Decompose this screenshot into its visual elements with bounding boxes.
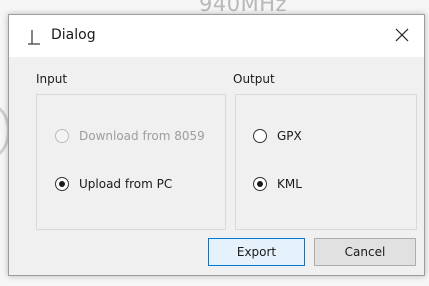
close-icon xyxy=(395,28,409,42)
radio-dot xyxy=(59,181,65,187)
radio-download-from-8059[interactable]: Download from 8059 xyxy=(55,129,205,143)
radio-gpx[interactable]: GPX xyxy=(253,129,302,143)
input-group-label: Input xyxy=(36,72,68,86)
radio-label: KML xyxy=(277,177,302,191)
dialog-titlebar: Dialog xyxy=(9,15,424,57)
export-button[interactable]: Export xyxy=(208,238,305,266)
radio-button xyxy=(253,129,267,143)
radio-button-checked xyxy=(253,177,267,191)
radio-label: Download from 8059 xyxy=(79,129,205,143)
radio-button-disabled xyxy=(55,129,69,143)
output-group-box xyxy=(235,94,417,230)
app-icon xyxy=(28,30,40,45)
radio-button-checked xyxy=(55,177,69,191)
close-button[interactable] xyxy=(388,21,416,49)
radio-kml[interactable]: KML xyxy=(253,177,302,191)
radio-upload-from-pc[interactable]: Upload from PC xyxy=(55,177,172,191)
export-dialog: Dialog Input Download from 8059 Upload f… xyxy=(8,14,425,276)
radio-label: GPX xyxy=(277,129,302,143)
input-group-box xyxy=(36,94,226,230)
dialog-title: Dialog xyxy=(51,27,96,43)
radio-dot xyxy=(257,181,263,187)
radio-label: Upload from PC xyxy=(79,177,173,191)
cancel-button[interactable]: Cancel xyxy=(314,238,416,266)
output-group-label: Output xyxy=(233,72,275,86)
